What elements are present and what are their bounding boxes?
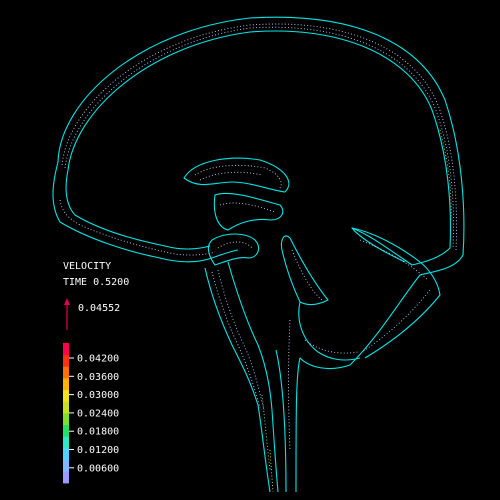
colorbar-segment <box>63 366 69 379</box>
colorbar-segment <box>63 471 69 484</box>
colorbar-segment <box>63 389 69 402</box>
reference-vector-value: 0.04552 <box>78 303 120 314</box>
colorbar-tick-label: 0.03600 <box>77 372 119 383</box>
colorbar-segment <box>63 459 69 472</box>
legend-quantity-label: VELOCITY <box>63 261 111 272</box>
colorbar-tick-label: 0.04200 <box>77 354 119 365</box>
colorbar-segment <box>63 436 69 449</box>
colorbar-tick-label: 0.02400 <box>77 408 119 419</box>
plot-background <box>0 0 500 500</box>
colorbar <box>63 343 69 484</box>
colorbar-tick-label: 0.01200 <box>77 445 119 456</box>
legend-time-label: TIME 0.5200 <box>63 277 129 288</box>
colorbar-segment <box>63 448 69 461</box>
colorbar-segment <box>63 378 69 391</box>
colorbar-tick-label: 0.01800 <box>77 427 119 438</box>
colorbar-segment <box>63 413 69 426</box>
colorbar-tick-label: 0.03000 <box>77 390 119 401</box>
colorbar-segment <box>63 401 69 414</box>
colorbar-tick-label: 0.00600 <box>77 463 119 474</box>
colorbar-segment <box>63 343 69 356</box>
velocity-field-plot: VELOCITY TIME 0.5200 0.04552 0.04200 0.03… <box>0 0 500 500</box>
colorbar-segment <box>63 424 69 437</box>
colorbar-segment <box>63 354 69 367</box>
